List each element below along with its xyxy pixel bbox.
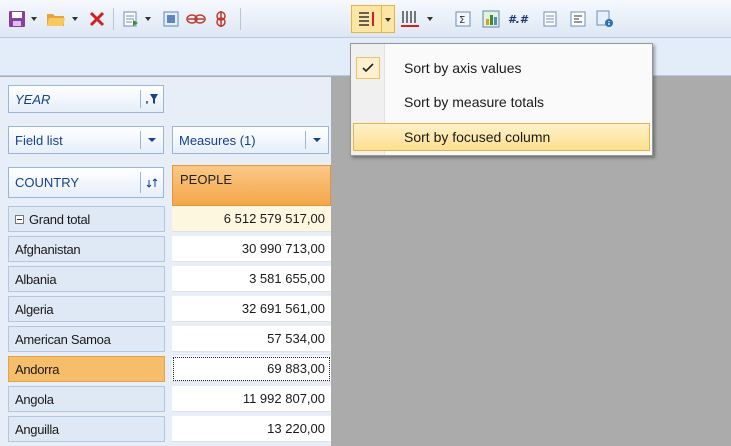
table-row[interactable]: Grand total 6 512 579 517,00 — [8, 206, 331, 233]
totals-icon[interactable]: Σ — [452, 8, 474, 30]
field-list-label: Field list — [15, 132, 63, 148]
table-row[interactable]: Anguilla 13 220,00 — [8, 416, 331, 443]
delete-icon[interactable] — [86, 8, 108, 30]
checkmark-icon — [356, 57, 380, 79]
row-header[interactable]: Afghanistan — [8, 236, 165, 262]
menu-item-label: Sort by axis values — [404, 60, 522, 76]
columns-icon[interactable] — [398, 8, 422, 30]
sort-dropdown[interactable] — [383, 9, 393, 31]
properties-icon[interactable] — [567, 8, 589, 30]
row-header[interactable]: Albania — [8, 266, 165, 292]
row-header[interactable]: Grand total — [8, 206, 165, 232]
row-header[interactable]: American Samoa — [8, 326, 165, 352]
people-column-header[interactable]: PEOPLE — [172, 165, 331, 206]
export-dropdown[interactable] — [143, 8, 153, 30]
table-icon[interactable] — [540, 8, 560, 30]
menu-item-sort-by-focused-column[interactable]: Sort by focused column — [353, 123, 650, 151]
export-icon[interactable] — [120, 8, 142, 30]
table-row[interactable]: Andorra 69 883,00 — [8, 356, 331, 383]
save-dropdown[interactable] — [29, 8, 39, 30]
number-format-icon[interactable]: #.# — [507, 8, 531, 30]
chevron-down-icon[interactable] — [306, 127, 328, 153]
filter-icon[interactable] — [141, 86, 163, 112]
value-cell[interactable]: 30 990 713,00 — [172, 236, 331, 262]
format-icon[interactable] — [160, 8, 182, 30]
value-cell[interactable]: 32 691 561,00 — [172, 296, 331, 322]
value-cell[interactable]: 11 992 807,00 — [172, 386, 331, 412]
menu-item-sort-by-axis-values[interactable]: Sort by axis values — [353, 54, 650, 82]
table-row[interactable]: Angola 11 992 807,00 — [8, 386, 331, 413]
toolbar: Σ #.# — [0, 0, 731, 38]
sigma-icon[interactable] — [210, 8, 232, 30]
field-list-chip[interactable]: Field list — [8, 126, 164, 154]
columns-dropdown[interactable] — [425, 8, 435, 30]
row-header[interactable]: Algeria — [8, 296, 165, 322]
sort-menu: Sort by axis values Sort by measure tota… — [350, 43, 653, 156]
chart-icon[interactable] — [480, 8, 502, 30]
table-row[interactable]: Afghanistan 30 990 713,00 — [8, 236, 331, 263]
link-icon[interactable] — [185, 8, 207, 30]
menu-item-label: Sort by focused column — [404, 129, 551, 145]
save-icon[interactable] — [6, 8, 28, 30]
table-row[interactable]: American Samoa 57 534,00 — [8, 326, 331, 353]
value-cell[interactable]: 69 883,00 — [172, 356, 331, 382]
sort-icon[interactable] — [141, 168, 163, 197]
sort-button[interactable] — [351, 5, 395, 33]
row-header[interactable]: Angola — [8, 386, 165, 412]
chevron-down-icon[interactable] — [141, 127, 163, 153]
info-icon[interactable] — [594, 8, 616, 30]
country-label: COUNTRY — [15, 175, 80, 190]
menu-item-sort-by-measure-totals[interactable]: Sort by measure totals — [353, 88, 650, 116]
measures-chip[interactable]: Measures (1) — [172, 126, 329, 154]
svg-text:#.#: #.# — [508, 13, 529, 26]
open-dropdown[interactable] — [70, 8, 80, 30]
table-row[interactable]: Albania 3 581 655,00 — [8, 266, 331, 293]
value-cell[interactable]: 3 581 655,00 — [172, 266, 331, 292]
row-header[interactable]: Andorra — [8, 356, 165, 382]
value-cell[interactable]: 13 220,00 — [172, 416, 331, 442]
sort-by-axis-icon — [356, 8, 378, 30]
open-icon[interactable] — [44, 8, 68, 30]
year-filter-chip[interactable]: YEAR — [8, 85, 164, 113]
measures-label: Measures (1) — [179, 132, 256, 148]
country-chip[interactable]: COUNTRY — [8, 167, 164, 198]
value-cell[interactable]: 57 534,00 — [172, 326, 331, 352]
year-label: YEAR — [15, 91, 51, 107]
svg-text:Σ: Σ — [459, 15, 465, 26]
value-cell[interactable]: 6 512 579 517,00 — [172, 206, 331, 232]
collapse-icon[interactable] — [15, 214, 24, 224]
table-row[interactable]: Algeria 32 691 561,00 — [8, 296, 331, 323]
row-header[interactable]: Anguilla — [8, 416, 165, 442]
menu-item-label: Sort by measure totals — [404, 94, 545, 110]
